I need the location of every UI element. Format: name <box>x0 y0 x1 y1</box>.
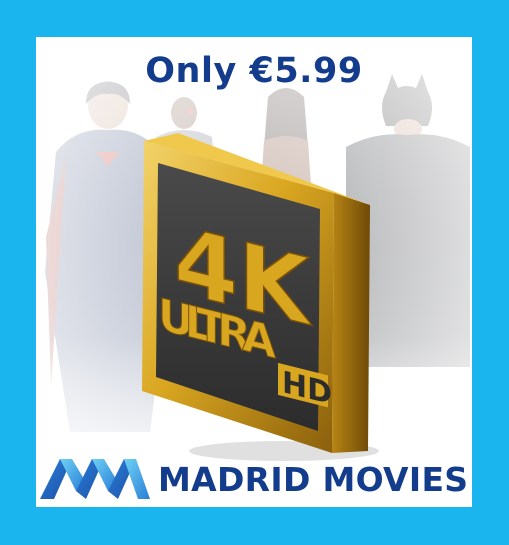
4k-ultra-hd-badge: 4K ULTRA HD <box>142 133 379 461</box>
brand-footer: MADRID MOVIES <box>36 452 472 504</box>
price-headline: Only €5.99 <box>145 51 363 91</box>
madrid-movies-logo-icon <box>40 459 150 499</box>
promo-card: Only €5.99 4K ULTRA HD MADRID MOVIES <box>36 37 472 507</box>
brand-name: MADRID MOVIES <box>158 460 469 499</box>
